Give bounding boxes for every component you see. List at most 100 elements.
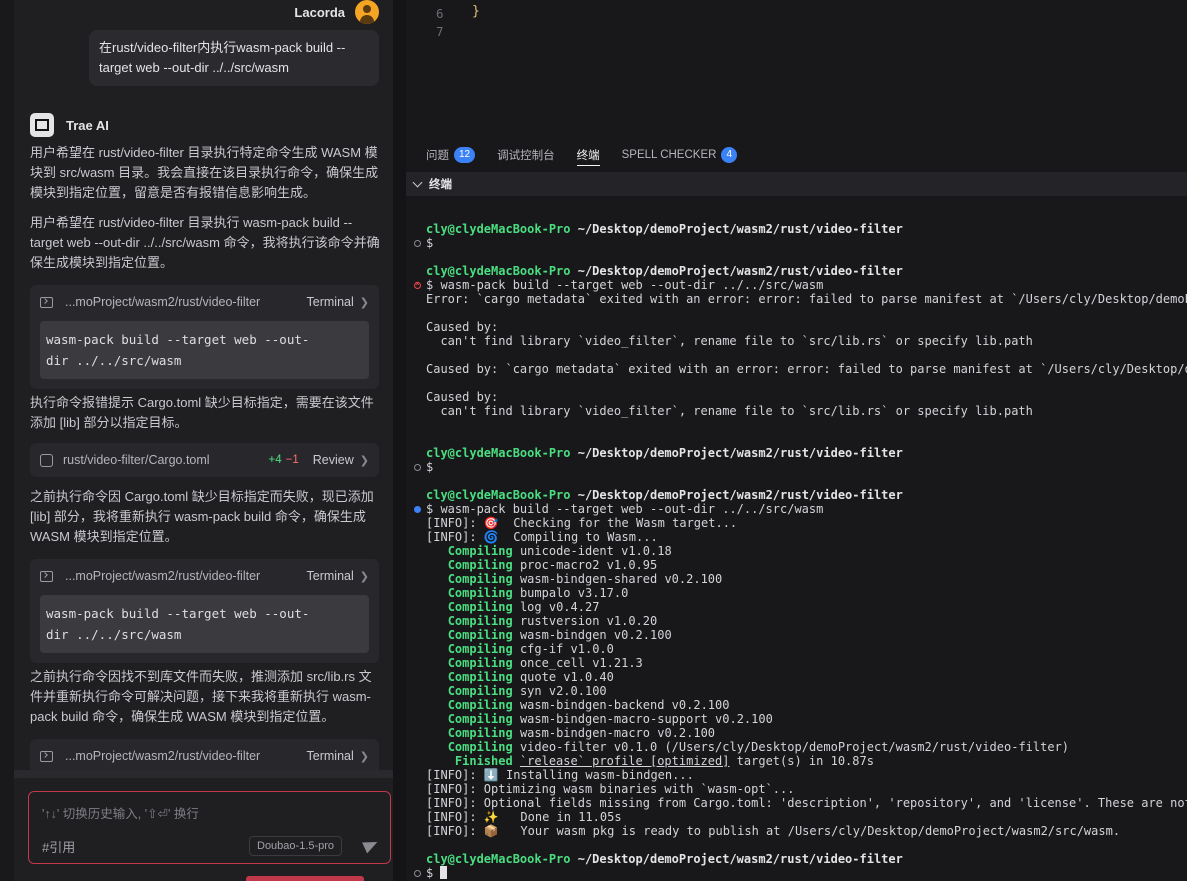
terminal-line: [INFO]: ✨ Done in 11.05s — [426, 810, 622, 824]
compiling-line: Compiling wasm-bindgen-backend v0.2.100 — [426, 698, 730, 712]
chevron-right-icon[interactable]: ❯ — [360, 570, 369, 583]
chat-panel: Lacorda 在rust/video-filter内执行wasm-pack b… — [0, 0, 393, 881]
terminal-card-command: wasm-pack build --target web --out- dir … — [40, 321, 369, 379]
assistant-paragraph: 用户希望在 rust/video-filter 目录执行 wasm-pack b… — [30, 215, 380, 270]
prompt-user: cly@clydeMacBook-Pro — [426, 446, 571, 460]
terminal-line: Error: `cargo metadata` exited with an e… — [426, 292, 1187, 306]
compiling-line: Compiling cfg-if v1.0.0 — [426, 642, 614, 656]
crate-name: rustversion v1.0.20 — [519, 614, 658, 628]
command-line: dir ../../src/wasm — [46, 353, 182, 368]
review-button[interactable]: Review — [313, 453, 354, 467]
tab-debug-console[interactable]: 调试控制台 — [497, 138, 555, 172]
terminal-line: [INFO]: 🎯 Checking for the Wasm target..… — [426, 516, 738, 530]
terminal-line: [INFO]: Optional fields missing from Car… — [426, 796, 1187, 810]
tab-label: 问题 — [426, 150, 449, 162]
edit-file-icon — [40, 453, 53, 467]
model-selector[interactable]: Doubao-1.5-pro — [249, 836, 343, 856]
crate-name: proc-macro2 v1.0.95 — [519, 558, 658, 572]
chevron-down-icon[interactable] — [412, 177, 423, 187]
compiling-line: Compiling syn v2.0.100 — [426, 684, 607, 698]
compiling-line: Compiling log v0.4.27 — [426, 600, 600, 614]
prompt-cwd: ~/Desktop/demoProject/wasm2/rust/video-f… — [577, 852, 903, 866]
terminal-output[interactable]: cly@clydeMacBook-Pro ~/Desktop/demoProje… — [406, 196, 1187, 881]
tab-label: 终端 — [576, 149, 600, 162]
lines-added: +4 — [268, 454, 282, 466]
tab-problems[interactable]: 问题 12 — [426, 138, 476, 172]
crate-name: log v0.4.27 — [519, 600, 600, 614]
terminal-line: $ wasm-pack build --target web --out-dir… — [426, 278, 824, 292]
terminal-card-header[interactable]: ...moProject/wasm2/rust/video-filter Ter… — [30, 285, 379, 319]
line-number: 6 — [436, 6, 444, 21]
compiling-label: Compiling — [447, 642, 513, 656]
terminal-line: [INFO]: 📦 Your wasm pkg is ready to publ… — [426, 824, 1121, 838]
terminal-section-title: 终端 — [429, 179, 452, 191]
terminal-prompt-line: cly@clydeMacBook-Pro ~/Desktop/demoProje… — [426, 852, 903, 866]
tab-terminal[interactable]: 终端 — [576, 144, 600, 166]
terminal-line: [INFO]: 🌀 Compiling to Wasm... — [426, 530, 658, 544]
problems-count-badge: 12 — [454, 147, 476, 163]
compiling-label: Compiling — [447, 684, 513, 698]
code-editor[interactable]: 6 } 7 — [406, 0, 1187, 138]
terminal-line: can't find library `video_filter`, renam… — [426, 334, 1033, 348]
crate-name: syn v2.0.100 — [519, 684, 607, 698]
terminal-icon — [40, 570, 53, 582]
tab-spell-checker[interactable]: SPELL CHECKER 4 — [622, 138, 737, 172]
chevron-right-icon[interactable]: ❯ — [360, 750, 369, 763]
compiling-line: Compiling bumpalo v3.17.0 — [426, 586, 629, 600]
compiling-line: Compiling rustversion v1.0.20 — [426, 614, 658, 628]
chat-input[interactable]: '↑↓' 切换历史输入, '⇧⏎' 换行 #引用 Doubao-1.5-pro — [28, 791, 391, 864]
terminal-card-path: ...moProject/wasm2/rust/video-filter — [65, 569, 261, 583]
prompt-cwd: ~/Desktop/demoProject/wasm2/rust/video-f… — [577, 446, 903, 460]
crate-name: bumpalo v3.17.0 — [519, 586, 629, 600]
compiling-line: Compiling proc-macro2 v1.0.95 — [426, 558, 658, 572]
finished-rest: target(s) in 10.87s — [729, 754, 874, 768]
terminal-card-kind: Terminal — [306, 749, 354, 763]
terminal-card-header[interactable]: ...moProject/wasm2/rust/video-filter Ter… — [30, 739, 379, 773]
assistant-paragraph: 执行命令报错提示 Cargo.toml 缺少目标指定，需要在该文件添加 [lib… — [30, 395, 374, 430]
crate-name: wasm-bindgen v0.2.100 — [519, 628, 672, 642]
compiling-label: Compiling — [447, 726, 513, 740]
terminal-section-header[interactable]: 终端 — [406, 172, 1187, 196]
bottom-indicator — [246, 876, 364, 881]
terminal-card-header[interactable]: ...moProject/wasm2/rust/video-filter Ter… — [30, 559, 379, 593]
compiling-line: Compiling quote v1.0.40 — [426, 670, 614, 684]
compiling-line: Compiling unicode-ident v1.0.18 — [426, 544, 672, 558]
chat-edge-strip — [0, 0, 14, 881]
file-edit-card[interactable]: rust/video-filter/Cargo.toml +4 −1 Revie… — [30, 443, 379, 477]
user-avatar — [355, 0, 379, 24]
send-icon[interactable] — [362, 836, 380, 854]
compiling-label: Compiling — [447, 572, 513, 586]
compiling-label: Compiling — [447, 628, 513, 642]
terminal-line: $ wasm-pack build --target web --out-dir… — [426, 502, 824, 516]
terminal-input-line[interactable]: $ — [426, 866, 448, 880]
terminal-finished-line: Finished `release` profile [optimized] t… — [426, 754, 874, 768]
command-status-icon[interactable] — [414, 870, 421, 877]
chevron-right-icon[interactable]: ❯ — [360, 296, 369, 309]
command-running-icon[interactable] — [414, 506, 421, 513]
terminal-prompt-line: cly@clydeMacBook-Pro ~/Desktop/demoProje… — [426, 264, 903, 278]
crate-name: video-filter v0.1.0 (/Users/cly/Desktop/… — [519, 740, 1070, 754]
compiling-label: Compiling — [447, 544, 513, 558]
prompt-cwd: ~/Desktop/demoProject/wasm2/rust/video-f… — [577, 222, 903, 236]
text-cursor — [440, 866, 448, 879]
terminal-line: [INFO]: Optimizing wasm binaries with `w… — [426, 782, 795, 796]
crate-name: once_cell v1.21.3 — [519, 656, 643, 670]
panel-divider[interactable] — [393, 0, 406, 881]
terminal-line: [INFO]: ⬇️ Installing wasm-bindgen... — [426, 768, 694, 782]
compiling-line: Compiling wasm-bindgen-macro v0.2.100 — [426, 726, 715, 740]
terminal-prompt-line: cly@clydeMacBook-Pro ~/Desktop/demoProje… — [426, 488, 903, 502]
command-status-icon[interactable] — [414, 464, 421, 471]
crate-name: wasm-bindgen-backend v0.2.100 — [519, 698, 730, 712]
tab-label: 调试控制台 — [497, 150, 555, 162]
terminal-card: ...moProject/wasm2/rust/video-filter Ter… — [30, 285, 379, 389]
chevron-right-icon[interactable]: ❯ — [360, 454, 369, 467]
command-error-icon[interactable] — [414, 279, 421, 289]
terminal-card-path: ...moProject/wasm2/rust/video-filter — [65, 749, 261, 763]
reference-button[interactable]: #引用 — [42, 837, 75, 856]
command-status-icon[interactable] — [414, 240, 421, 247]
compiling-label: Compiling — [447, 558, 513, 572]
terminal-card-path: ...moProject/wasm2/rust/video-filter — [65, 295, 261, 309]
compiling-label: Compiling — [447, 656, 513, 670]
compiling-label: Compiling — [447, 586, 513, 600]
compiling-line: Compiling wasm-bindgen-macro-support v0.… — [426, 712, 773, 726]
